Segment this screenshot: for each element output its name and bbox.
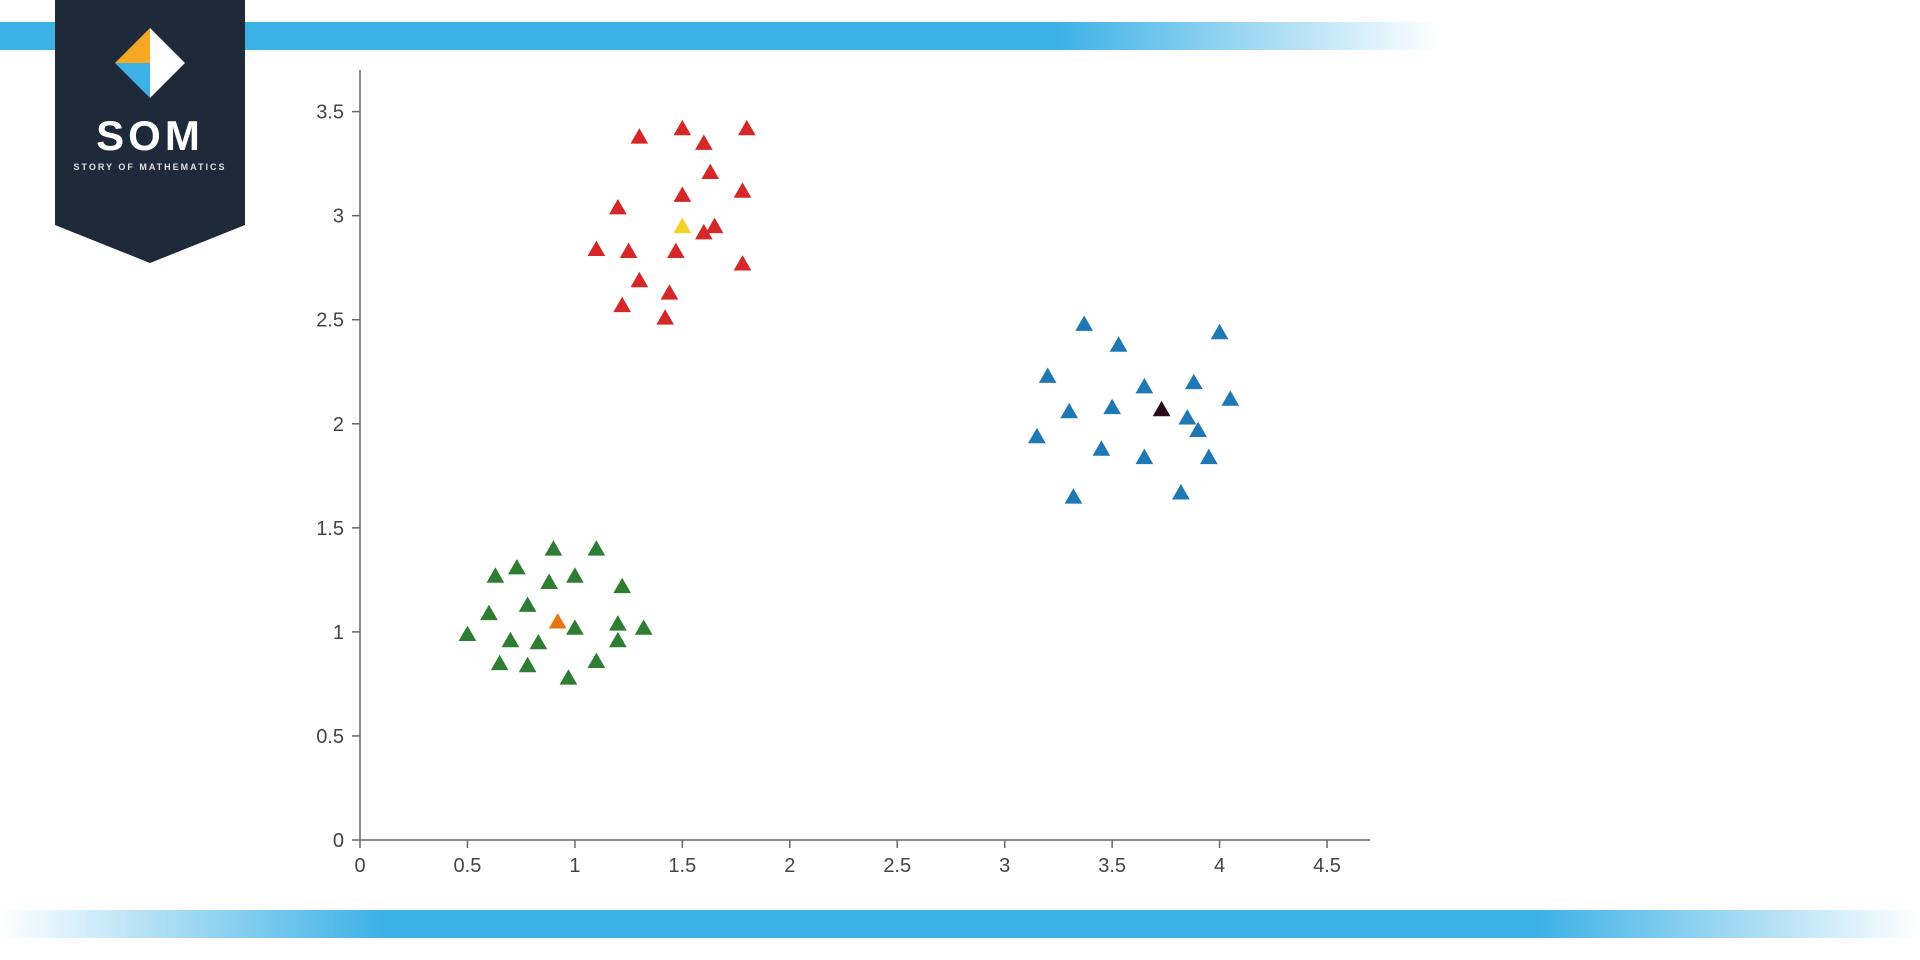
cluster-green-point bbox=[613, 578, 631, 593]
cluster-green-point bbox=[560, 669, 578, 684]
cluster-blue-point bbox=[1093, 440, 1111, 455]
cluster-blue-point bbox=[1185, 374, 1203, 389]
y-tick-label: 1 bbox=[333, 622, 344, 644]
cluster-red-centroid-point bbox=[673, 218, 691, 233]
y-tick-label: 0.5 bbox=[316, 726, 344, 748]
cluster-green-point bbox=[480, 605, 498, 620]
cluster-blue-point bbox=[1065, 488, 1083, 503]
cluster-green-point bbox=[635, 619, 653, 634]
site-logo-badge: SOM STORY OF MATHEMATICS bbox=[55, 0, 245, 225]
cluster-green-point bbox=[491, 655, 509, 670]
scatter-chart: 0 0.5 1 1.5 2 2.5 3 3.5 4 4.5 0 0.5 1 1.5 2 2.5 3 3.5 bbox=[290, 60, 1390, 900]
cluster-red-point bbox=[673, 120, 691, 135]
x-tick-label: 0 bbox=[354, 855, 365, 877]
cluster-green-point bbox=[459, 626, 477, 641]
cluster-green-point bbox=[508, 559, 526, 574]
cluster-red-point bbox=[631, 272, 649, 287]
cluster-red-point bbox=[667, 243, 685, 258]
cluster-green-point bbox=[588, 540, 606, 555]
x-tick-label: 1 bbox=[569, 855, 580, 877]
cluster-green-centroid-point bbox=[549, 613, 567, 628]
y-tick-label: 1.5 bbox=[316, 518, 344, 540]
cluster-green-point bbox=[487, 567, 505, 582]
cluster-blue-point bbox=[1136, 449, 1154, 464]
cluster-green-point bbox=[609, 615, 627, 630]
y-tick-label: 3 bbox=[333, 206, 344, 228]
y-tick-label: 2 bbox=[333, 414, 344, 436]
logo-subtitle: STORY OF MATHEMATICS bbox=[55, 162, 245, 172]
cluster-blue-point bbox=[1060, 403, 1078, 418]
cluster-blue-point bbox=[1221, 390, 1239, 405]
cluster-red-point bbox=[734, 255, 752, 270]
cluster-red-point bbox=[613, 297, 631, 312]
header-accent-bar bbox=[0, 22, 1920, 50]
cluster-red-point bbox=[738, 120, 756, 135]
cluster-green-point bbox=[545, 540, 563, 555]
x-tick-label: 2 bbox=[784, 855, 795, 877]
x-tick-label: 0.5 bbox=[454, 855, 482, 877]
cluster-blue-point bbox=[1039, 368, 1057, 383]
cluster-blue-point bbox=[1028, 428, 1046, 443]
cluster-red-point bbox=[609, 199, 627, 214]
y-tick-label: 3.5 bbox=[316, 102, 344, 124]
cluster-red-point bbox=[661, 284, 679, 299]
logo-title: SOM bbox=[55, 112, 245, 160]
x-tick-label: 3 bbox=[999, 855, 1010, 877]
cluster-red-point bbox=[695, 134, 713, 149]
cluster-blue-centroid-point bbox=[1153, 401, 1171, 416]
x-tick-label: 2.5 bbox=[883, 855, 911, 877]
cluster-green-point bbox=[519, 657, 537, 672]
cluster-blue-point bbox=[1075, 315, 1093, 330]
cluster-green-point bbox=[566, 619, 584, 634]
cluster-blue-point bbox=[1211, 324, 1229, 339]
x-tick-label: 3.5 bbox=[1098, 855, 1126, 877]
x-tick-label: 1.5 bbox=[668, 855, 696, 877]
cluster-red-point bbox=[734, 182, 752, 197]
cluster-red-point bbox=[631, 128, 649, 143]
cluster-blue-point bbox=[1172, 484, 1190, 499]
cluster-blue-point bbox=[1178, 409, 1196, 424]
cluster-red-point bbox=[656, 309, 674, 324]
cluster-green-point bbox=[540, 574, 558, 589]
cluster-red-point bbox=[620, 243, 638, 258]
cluster-green-point bbox=[519, 596, 537, 611]
cluster-red-point bbox=[701, 164, 719, 179]
cluster-blue-point bbox=[1110, 336, 1128, 351]
cluster-green-point bbox=[502, 632, 520, 647]
cluster-red-point bbox=[588, 241, 606, 256]
cluster-green-point bbox=[588, 653, 606, 668]
logo-mark-icon bbox=[115, 28, 185, 98]
cluster-blue-point bbox=[1136, 378, 1154, 393]
y-tick-label: 2.5 bbox=[316, 310, 344, 332]
y-tick-label: 0 bbox=[333, 830, 344, 852]
cluster-green-point bbox=[566, 567, 584, 582]
cluster-red-point bbox=[673, 186, 691, 201]
x-tick-label: 4.5 bbox=[1313, 855, 1341, 877]
cluster-blue-point bbox=[1103, 399, 1121, 414]
cluster-red-point bbox=[706, 218, 724, 233]
cluster-green-point bbox=[530, 634, 548, 649]
cluster-green-point bbox=[609, 632, 627, 647]
cluster-blue-point bbox=[1200, 449, 1218, 464]
footer-accent-bar bbox=[0, 910, 1920, 938]
x-tick-label: 4 bbox=[1214, 855, 1225, 877]
